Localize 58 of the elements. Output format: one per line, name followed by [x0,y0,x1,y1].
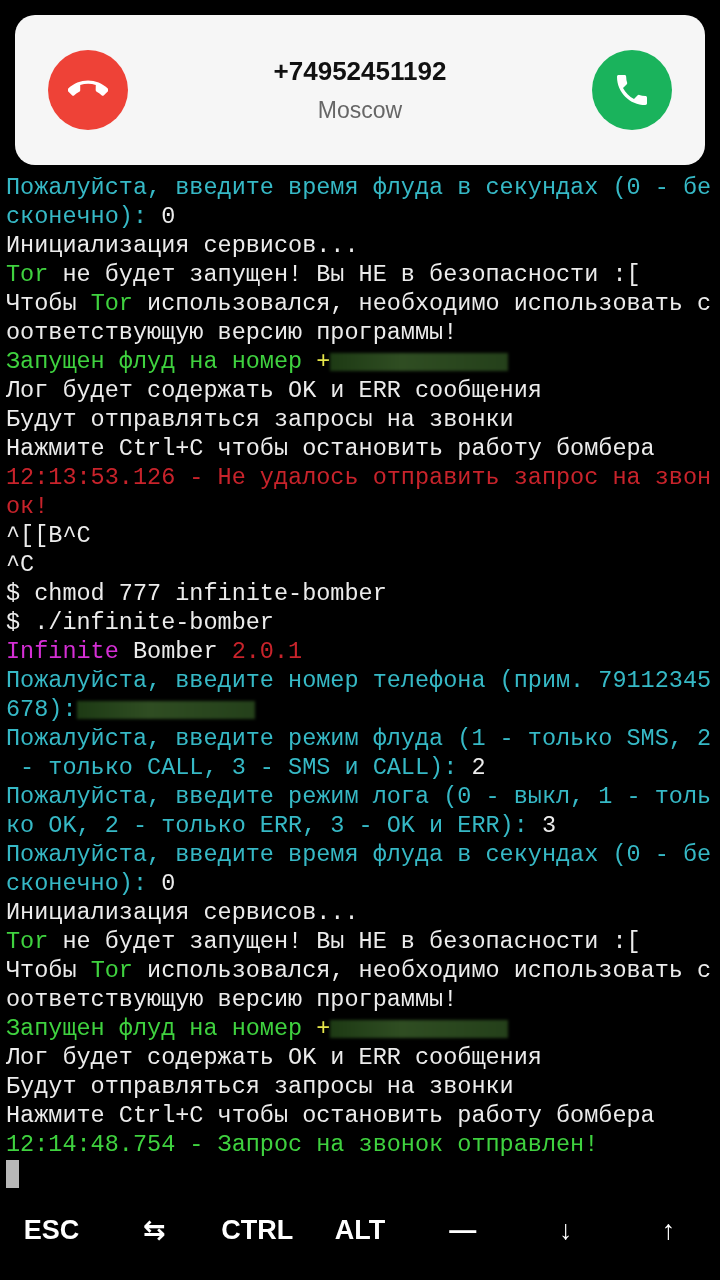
caller-location: Moscow [317,97,403,124]
terminal-text: Чтобы [6,956,78,985]
terminal-text: ко OK, 2 - только ERR, 3 - OK и ERR): [6,811,529,840]
terminal-text: Tor [6,927,49,956]
key-button[interactable]: ⇆ [136,1210,172,1250]
terminal-text: + [316,1014,331,1043]
terminal-text: Инициализация сервисов... [6,231,359,260]
terminal-text: ^[[B^C [6,521,91,550]
key-button[interactable]: ↓ [552,1210,579,1250]
terminal-text: использовался, необходимо использовать с [146,956,712,985]
terminal-text: 3 [541,811,556,840]
terminal-text: Bomber [131,637,219,666]
terminal-text: Пожалуйста, введите номер телефона (прим. 79112345 [6,666,712,695]
terminal-text: ^C [6,550,35,579]
terminal-text: оответствующую версию программы! [6,318,458,347]
terminal-text: 2.0.1 [231,637,303,666]
key-button[interactable]: — [443,1210,483,1250]
terminal-text: $ ./infinite-bomber [6,608,274,637]
terminal-text: Лог будет содержать OK и ERR сообщения [6,1043,542,1072]
terminal-text: Запущен флуд на номер [6,1014,304,1043]
terminal-text: оответствующую версию программы! [6,985,458,1014]
terminal-text: Tor [90,289,133,318]
key-button[interactable]: CTRL [215,1210,300,1250]
terminal-text: использовался, необходимо использовать с [146,289,712,318]
terminal-text: 0 [161,202,176,231]
key-button[interactable]: ALT [328,1210,392,1250]
terminal-text: 12:14:48.754 - Запрос на звонок отправлен! [6,1130,599,1159]
terminal-text: сконечно): [6,869,149,898]
terminal-text: Лог будет содержать OK и ERR сообщения [6,376,542,405]
terminal-text: + [316,347,331,376]
terminal-text: Инициализация сервисов... [6,898,359,927]
terminal-text: Пожалуйста, введите режим флуда (1 - только SMS, 2 [6,724,712,753]
terminal-text: Нажмите Ctrl+C чтобы остановить работу бомбера [6,434,655,463]
terminal-text: Tor [90,956,133,985]
terminal-text: Tor [6,260,49,289]
terminal-text: Пожалуйста, введите время флуда в секундах (0 - бе [6,173,712,202]
caller-number: +74952451192 [273,56,447,87]
terminal-text: 2 [471,753,486,782]
cursor [6,1160,19,1188]
terminal-text: сконечно): [6,202,149,231]
terminal-text: Infinite [6,637,119,666]
key-button[interactable]: ↑ [655,1210,682,1250]
terminal-text: Нажмите Ctrl+C чтобы остановить работу бомбера [6,1101,655,1130]
terminal-text: ок! [6,492,49,521]
terminal-text: 0 [161,869,176,898]
terminal-text: Будут отправляться запросы на звонки [6,405,514,434]
terminal-text: Пожалуйста, введите время флуда в секундах (0 - бе [6,840,712,869]
key-button[interactable]: ESC [17,1210,86,1250]
terminal-text: не будет запущен! Вы НЕ в безопасности :[ [61,927,641,956]
terminal-text: Запущен флуд на номер [6,347,304,376]
terminal-text: не будет запущен! Вы НЕ в безопасности :[ [61,260,641,289]
terminal-text: - только CALL, 3 - SMS и CALL): [19,753,459,782]
terminal-text: Пожалуйста, введите режим лога (0 - выкл, 1 - толь [6,782,712,811]
terminal-text: 12:13:53.126 - Не удалось отправить запрос на звон [6,463,712,492]
terminal-text: Будут отправляться запросы на звонки [6,1072,514,1101]
terminal-text: $ chmod 777 infinite-bomber [6,579,387,608]
terminal-text: 678): [6,695,77,724]
terminal-text: Чтобы [6,289,78,318]
